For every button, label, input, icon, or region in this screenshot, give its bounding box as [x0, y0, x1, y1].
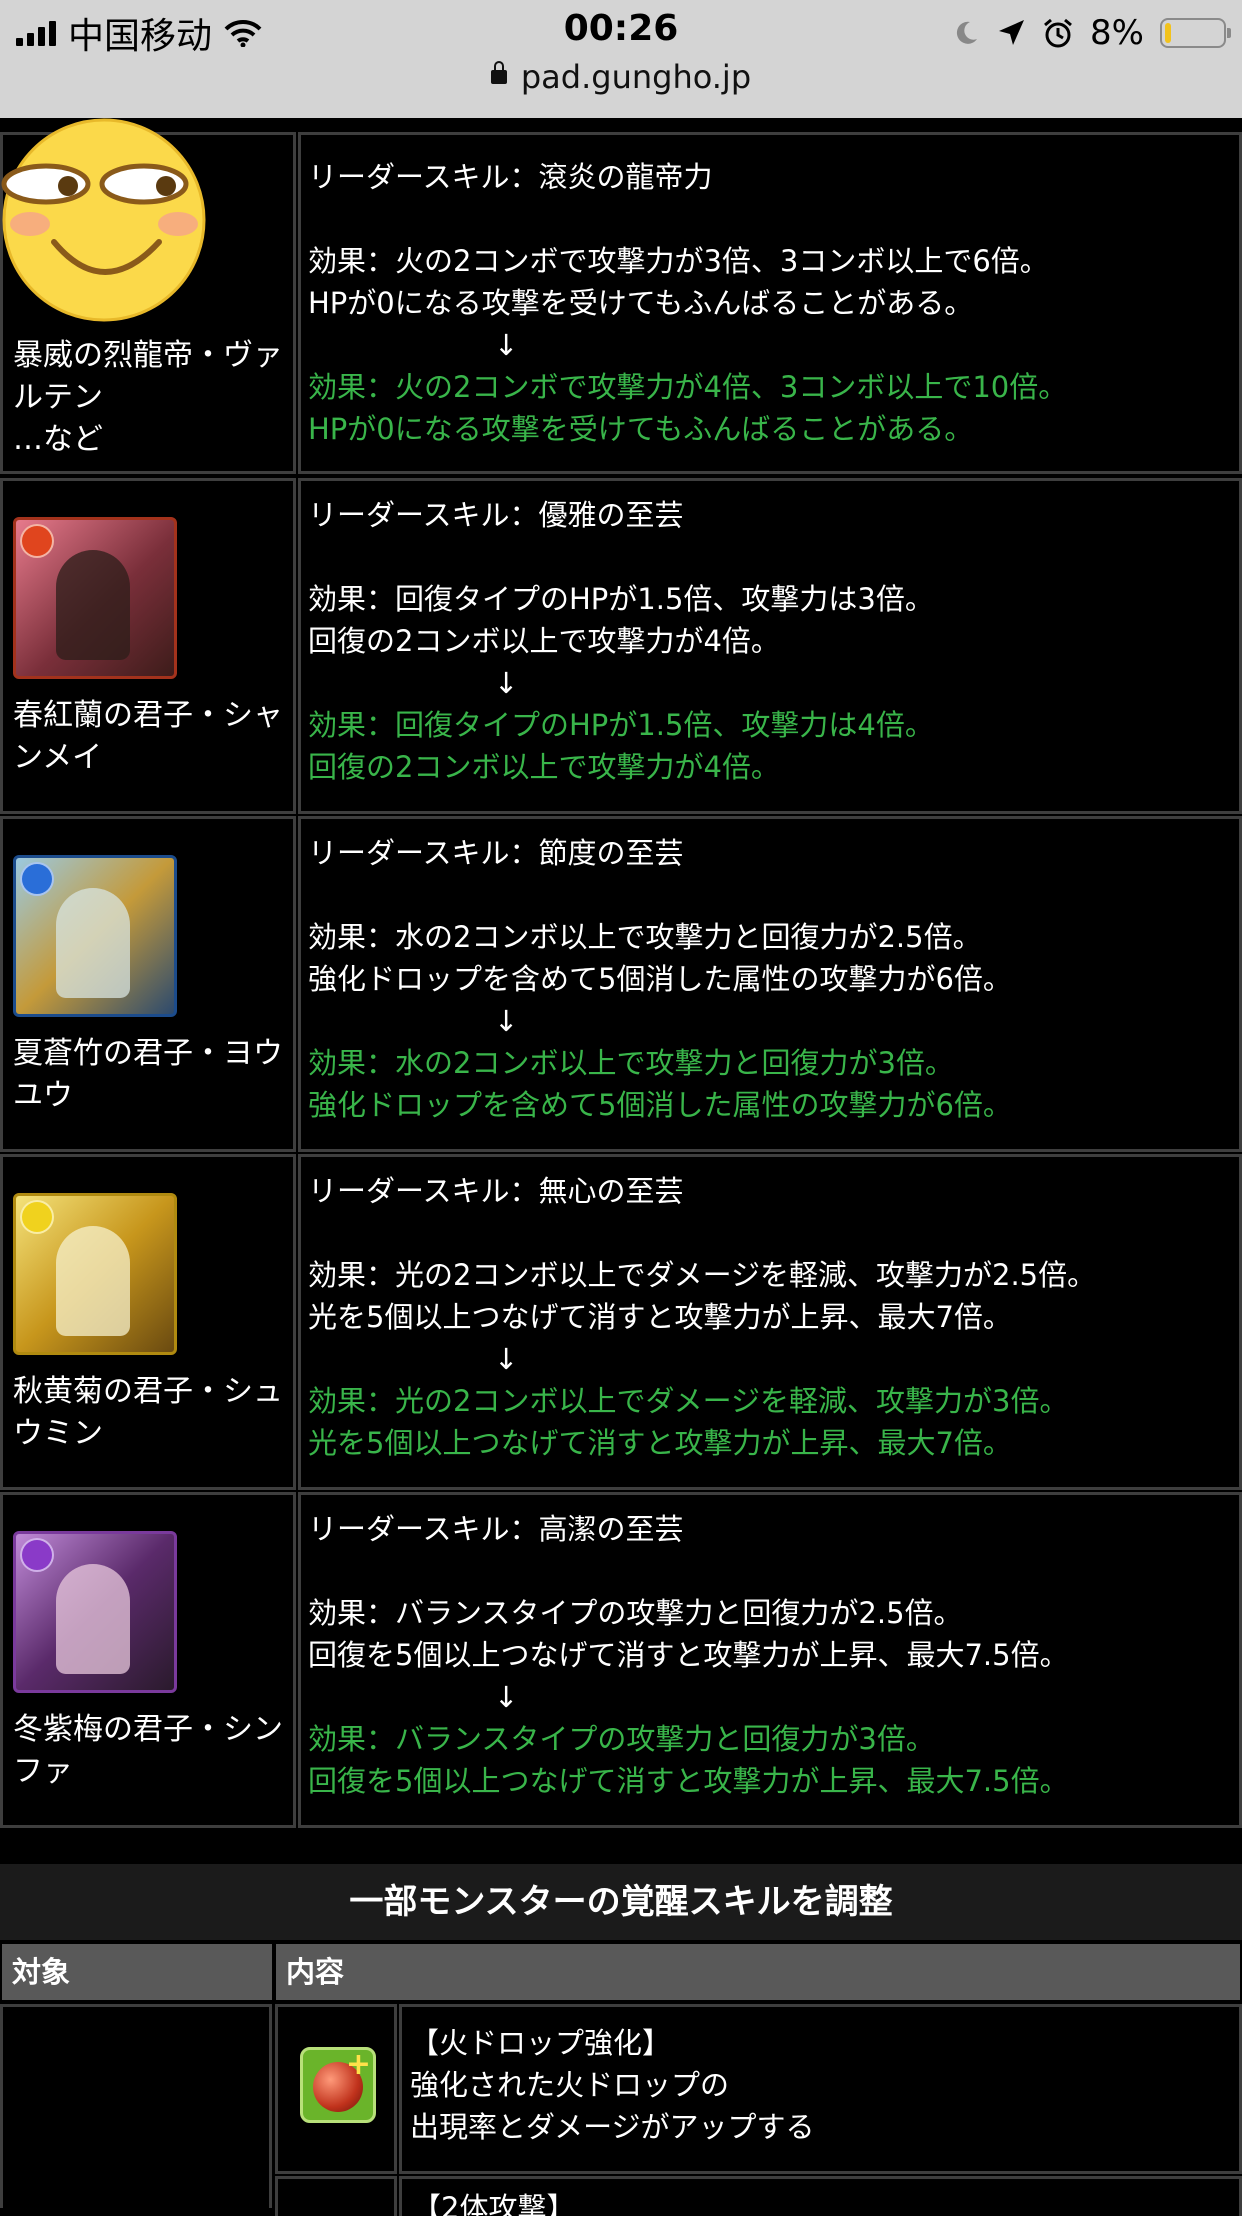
- target-cell: [0, 2004, 272, 2208]
- new-effect-line: 効果：水の2コンボ以上で攻撃力と回復力が3倍。: [308, 1046, 954, 1080]
- table-row: 夏蒼竹の君子・ヨウ ユウ リーダースキル：節度の至芸 効果：水の2コンボ以上で攻…: [0, 816, 1242, 1152]
- water-attribute-icon: [20, 862, 54, 896]
- monster-name: 秋黄菊の君子・シュ ウミン: [13, 1374, 283, 1451]
- old-effect-line: 強化ドロップを含めて5個消した属性の攻撃力が6倍。: [308, 962, 1012, 996]
- new-effect-line: 回復の2コンボ以上で攻撃力が4倍。: [308, 750, 780, 784]
- monster-name: 春紅蘭の君子・シャ ンメイ: [13, 698, 283, 775]
- change-arrow: ↓: [494, 1004, 519, 1038]
- monster-cell: 春紅蘭の君子・シャ ンメイ: [0, 478, 296, 814]
- skill-title: リーダースキル：高潔の至芸: [308, 1512, 684, 1546]
- change-arrow: ↓: [494, 666, 519, 700]
- light-attribute-icon: [20, 1200, 54, 1234]
- monster-name: 冬紫梅の君子・シン ファ: [13, 1712, 283, 1789]
- old-effect-line: HPが0になる攻撃を受けてもふんばることがある。: [308, 286, 974, 320]
- monster-cell: 秋黄菊の君子・シュ ウミン: [0, 1154, 296, 1490]
- new-effect-line: 効果：バランスタイプの攻撃力と回復力が3倍。: [308, 1722, 935, 1756]
- old-effect-line: 効果：回復タイプのHPが1.5倍、攻撃力は3倍。: [308, 582, 934, 616]
- new-effect-line: 効果：火の2コンボで攻撃力が4倍、3コンボ以上で10倍。: [308, 370, 1068, 404]
- old-effect-line: 効果：火の2コンボで攻撃力が3倍、3コンボ以上で6倍。: [308, 244, 1049, 278]
- awakening-text-cell: 【2体攻撃】: [399, 2176, 1242, 2216]
- new-effect-line: HPが0になる攻撃を受けてもふんばることがある。: [308, 412, 974, 446]
- old-effect-line: 効果：光の2コンボ以上でダメージを軽減、攻撃力が2.5倍。: [308, 1258, 1097, 1292]
- fire-attribute-icon: [20, 524, 54, 558]
- monster-thumbnail: [13, 1531, 177, 1693]
- old-effect-line: 回復の2コンボ以上で攻撃力が4倍。: [308, 624, 780, 658]
- address-bar[interactable]: pad.gungho.jp: [0, 58, 1242, 96]
- smiley-sticker-icon: [1, 118, 206, 322]
- table-row: 春紅蘭の君子・シャ ンメイ リーダースキル：優雅の至芸 効果：回復タイプのHPが…: [0, 478, 1242, 814]
- new-effect-line: 効果：回復タイプのHPが1.5倍、攻撃力は4倍。: [308, 708, 934, 742]
- monster-name: 暴威の烈龍帝・ヴァ ルテン …など: [13, 338, 283, 457]
- battery-icon: [1160, 18, 1231, 48]
- skill-title: リーダースキル：節度の至芸: [308, 836, 684, 870]
- location-icon: [999, 20, 1025, 45]
- awakening-title: 【2体攻撃】: [412, 2191, 576, 2216]
- old-effect-line: 効果：水の2コンボ以上で攻撃力と回復力が2.5倍。: [308, 920, 982, 954]
- column-header-target: 対象: [2, 1944, 272, 2000]
- section-heading: 一部モンスターの覚醒スキルを調整: [0, 1864, 1242, 1940]
- skill-title: リーダースキル：無心の至芸: [308, 1174, 684, 1208]
- new-effect-line: 強化ドロップを含めて5個消した属性の攻撃力が6倍。: [308, 1088, 1012, 1122]
- dark-attribute-icon: [20, 1538, 54, 1572]
- table-row: 冬紫梅の君子・シン ファ リーダースキル：高潔の至芸 効果：バランスタイプの攻撃…: [0, 1492, 1242, 1828]
- skill-title: リーダースキル：滾炎の龍帝力: [308, 160, 713, 194]
- awakening-icon-cell: [275, 2176, 397, 2216]
- old-effect-line: 効果：バランスタイプの攻撃力と回復力が2.5倍。: [308, 1596, 963, 1630]
- change-arrow: ↓: [494, 328, 519, 362]
- monster-thumbnail: [13, 1193, 177, 1355]
- monster-cell: 冬紫梅の君子・シン ファ: [0, 1492, 296, 1828]
- status-bar: 中国移动 00:26 8% pad.gungho.jp: [0, 0, 1242, 118]
- monster-thumbnail: [13, 517, 177, 679]
- lock-icon: [490, 61, 507, 84]
- table-row: 秋黄菊の君子・シュ ウミン リーダースキル：無心の至芸 効果：光の2コンボ以上で…: [0, 1154, 1242, 1490]
- url-text: pad.gungho.jp: [520, 58, 752, 96]
- fire-drop-enhance-icon: +: [300, 2047, 376, 2123]
- skill-title: リーダースキル：優雅の至芸: [308, 498, 684, 532]
- monster-cell: 夏蒼竹の君子・ヨウ ユウ: [0, 816, 296, 1152]
- awakening-description: 【火ドロップ強化】 強化された火ドロップの 出現率とダメージがアップする: [410, 2026, 815, 2144]
- new-effect-line: 回復を5個以上つなげて消すと攻撃力が上昇、最大7.5倍。: [308, 1764, 1069, 1798]
- old-effect-line: 光を5個以上つなげて消すと攻撃力が上昇、最大7倍。: [308, 1300, 1012, 1334]
- battery-percent: 8%: [1090, 13, 1144, 53]
- old-effect-line: 回復を5個以上つなげて消すと攻撃力が上昇、最大7.5倍。: [308, 1638, 1069, 1672]
- change-arrow: ↓: [494, 1680, 519, 1714]
- monster-thumbnail: [13, 855, 177, 1017]
- awakening-icon-cell: +: [275, 2004, 397, 2174]
- moon-icon: [956, 21, 978, 44]
- monster-name: 夏蒼竹の君子・ヨウ ユウ: [13, 1036, 283, 1113]
- change-arrow: ↓: [494, 1342, 519, 1376]
- new-effect-line: 効果：光の2コンボ以上でダメージを軽減、攻撃力が3倍。: [308, 1384, 1069, 1418]
- new-effect-line: 光を5個以上つなげて消すと攻撃力が上昇、最大7倍。: [308, 1426, 1012, 1460]
- column-header-content: 内容: [276, 1944, 1240, 2000]
- alarm-icon: [1044, 18, 1073, 48]
